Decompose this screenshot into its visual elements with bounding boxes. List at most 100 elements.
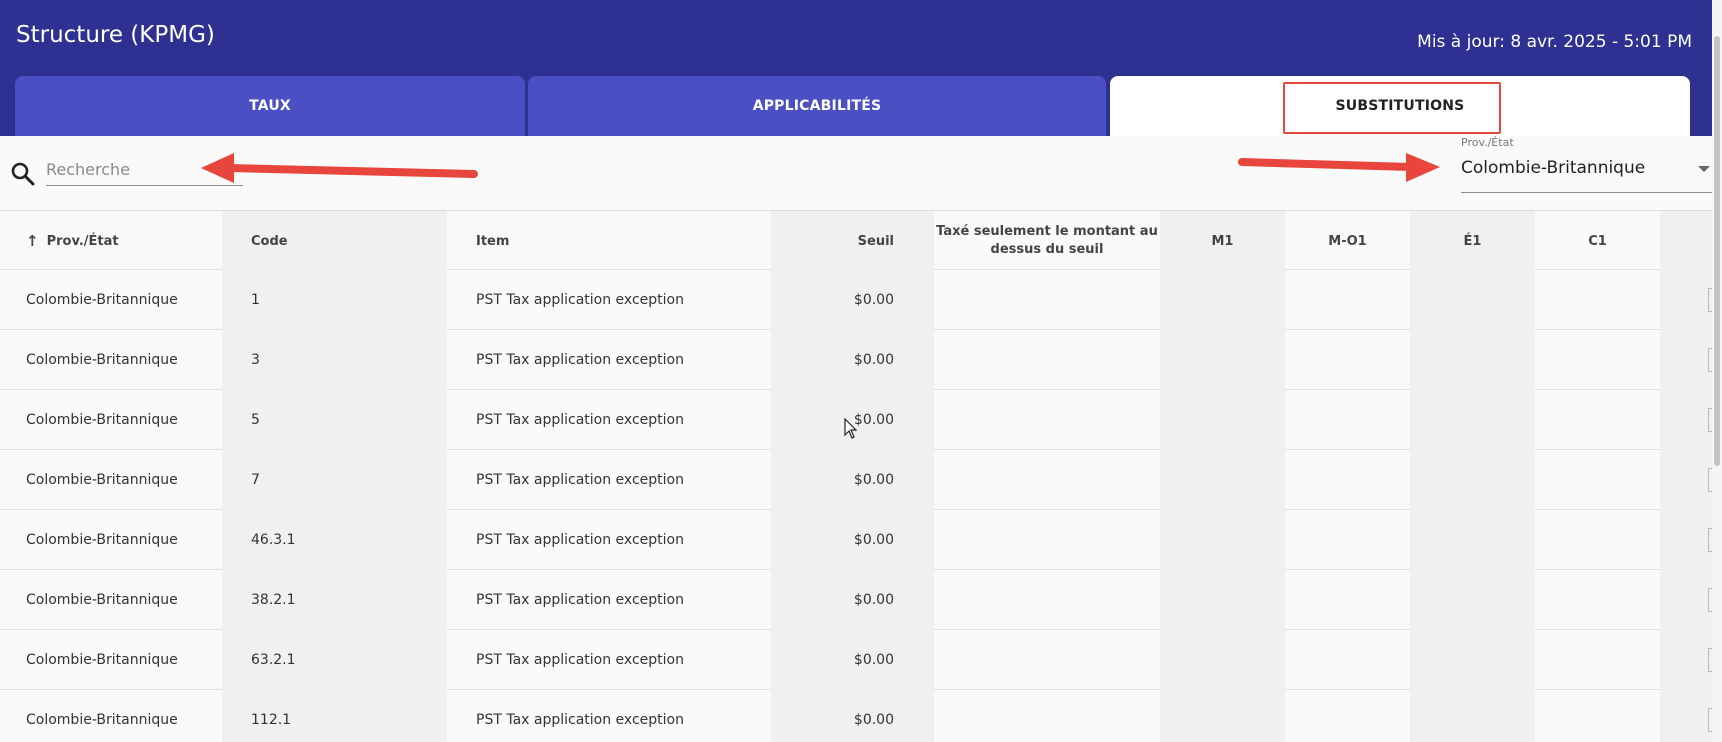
search-input[interactable] <box>46 150 243 186</box>
cell-extra <box>1660 630 1712 690</box>
cell-m1 <box>1160 510 1285 570</box>
cell-item: PST Tax application exception <box>476 592 684 608</box>
column-header-item[interactable]: Item <box>447 211 771 271</box>
caret-down-icon <box>1698 166 1710 172</box>
cell-taxe <box>934 450 1160 510</box>
cell-seuil: $0.00 <box>771 330 934 390</box>
cell-seuil: $0.00 <box>771 450 934 510</box>
cell-extra <box>1660 570 1712 630</box>
cell-taxe <box>934 270 1160 330</box>
cell-m1 <box>1160 450 1285 510</box>
cell-taxe <box>934 510 1160 570</box>
column-header-taxe[interactable]: Taxé seulement le montant au dessus du s… <box>934 211 1160 271</box>
cell-mo1 <box>1285 390 1410 450</box>
cell-item: PST Tax application exception <box>476 472 684 488</box>
cell-mo1 <box>1285 450 1410 510</box>
cell-prov: Colombie-Britannique <box>26 472 178 488</box>
cell-e1 <box>1410 510 1535 570</box>
cell-m1 <box>1160 330 1285 390</box>
select-underline <box>1461 192 1712 193</box>
cell-seuil: $0.00 <box>771 690 934 742</box>
province-select-label: Prov./État <box>1461 136 1514 149</box>
table-header-row: ↑ Prov./État Code Item Seuil Taxé seulem… <box>0 210 1712 271</box>
cell-mo1 <box>1285 270 1410 330</box>
cell-m1 <box>1160 630 1285 690</box>
cell-mo1 <box>1285 570 1410 630</box>
cell-prov: Colombie-Britannique <box>26 352 178 368</box>
cell-code: 46.3.1 <box>222 510 447 570</box>
column-header-code[interactable]: Code <box>222 211 447 271</box>
cell-code: 7 <box>222 450 447 510</box>
cell-prov: Colombie-Britannique <box>26 412 178 428</box>
cell-prov: Colombie-Britannique <box>26 292 178 308</box>
column-header-seuil[interactable]: Seuil <box>771 211 934 271</box>
cell-c1 <box>1535 330 1660 390</box>
cell-item: PST Tax application exception <box>476 292 684 308</box>
arrow-up-icon: ↑ <box>26 232 39 250</box>
cell-prov: Colombie-Britannique <box>26 592 178 608</box>
column-header-extra <box>1660 211 1712 271</box>
cell-taxe <box>934 570 1160 630</box>
cell-m1 <box>1160 570 1285 630</box>
cell-e1 <box>1410 450 1535 510</box>
table-row[interactable]: Colombie-Britannique 3 PST Tax applicati… <box>0 330 1712 390</box>
cell-c1 <box>1535 390 1660 450</box>
cell-m1 <box>1160 390 1285 450</box>
table-row[interactable]: Colombie-Britannique 5 PST Tax applicati… <box>0 390 1712 450</box>
tab-applicabilites[interactable]: APPLICABILITÉS <box>528 76 1106 136</box>
column-header-mo1[interactable]: M-O1 <box>1285 211 1410 271</box>
cell-extra <box>1660 450 1712 510</box>
table-row[interactable]: Colombie-Britannique 1 PST Tax applicati… <box>0 270 1712 330</box>
last-updated-text: Mis à jour: 8 avr. 2025 - 5:01 PM <box>1417 32 1692 52</box>
scrollbar-thumb[interactable] <box>1714 36 1720 466</box>
table-row[interactable]: Colombie-Britannique 7 PST Tax applicati… <box>0 450 1712 510</box>
cell-taxe <box>934 690 1160 742</box>
cell-c1 <box>1535 450 1660 510</box>
cell-c1 <box>1535 630 1660 690</box>
cell-seuil: $0.00 <box>771 270 934 330</box>
table-row[interactable]: Colombie-Britannique 38.2.1 PST Tax appl… <box>0 570 1712 630</box>
cell-seuil: $0.00 <box>771 390 934 450</box>
cell-item: PST Tax application exception <box>476 712 684 728</box>
vertical-scrollbar[interactable] <box>1712 0 1722 742</box>
tab-taux[interactable]: TAUX <box>15 76 525 136</box>
cell-e1 <box>1410 390 1535 450</box>
cell-seuil: $0.00 <box>771 630 934 690</box>
table-row[interactable]: Colombie-Britannique 63.2.1 PST Tax appl… <box>0 630 1712 690</box>
table-row[interactable]: Colombie-Britannique 46.3.1 PST Tax appl… <box>0 510 1712 570</box>
cell-e1 <box>1410 630 1535 690</box>
table-row[interactable]: Colombie-Britannique 112.1 PST Tax appli… <box>0 690 1712 742</box>
cell-item: PST Tax application exception <box>476 652 684 668</box>
column-header-prov[interactable]: ↑ Prov./État <box>0 211 222 271</box>
cell-code: 5 <box>222 390 447 450</box>
cell-code: 38.2.1 <box>222 570 447 630</box>
cell-m1 <box>1160 690 1285 742</box>
cell-mo1 <box>1285 330 1410 390</box>
cell-extra <box>1660 390 1712 450</box>
cell-extra <box>1660 690 1712 742</box>
cell-prov: Colombie-Britannique <box>26 652 178 668</box>
cell-extra <box>1660 510 1712 570</box>
cell-c1 <box>1535 690 1660 742</box>
cell-mo1 <box>1285 630 1410 690</box>
cell-mo1 <box>1285 510 1410 570</box>
column-header-c1[interactable]: C1 <box>1535 211 1660 271</box>
cell-taxe <box>934 390 1160 450</box>
cell-code: 1 <box>222 270 447 330</box>
cell-c1 <box>1535 270 1660 330</box>
cell-mo1 <box>1285 690 1410 742</box>
cell-e1 <box>1410 570 1535 630</box>
cell-e1 <box>1410 330 1535 390</box>
province-select[interactable]: Prov./État Colombie-Britannique <box>1461 136 1712 196</box>
cell-e1 <box>1410 270 1535 330</box>
cell-prov: Colombie-Britannique <box>26 532 178 548</box>
column-header-e1[interactable]: É1 <box>1410 211 1535 271</box>
cell-code: 3 <box>222 330 447 390</box>
cell-c1 <box>1535 510 1660 570</box>
cell-code: 112.1 <box>222 690 447 742</box>
column-header-m1[interactable]: M1 <box>1160 211 1285 271</box>
cell-m1 <box>1160 270 1285 330</box>
cell-e1 <box>1410 690 1535 742</box>
cell-code: 63.2.1 <box>222 630 447 690</box>
cell-seuil: $0.00 <box>771 570 934 630</box>
